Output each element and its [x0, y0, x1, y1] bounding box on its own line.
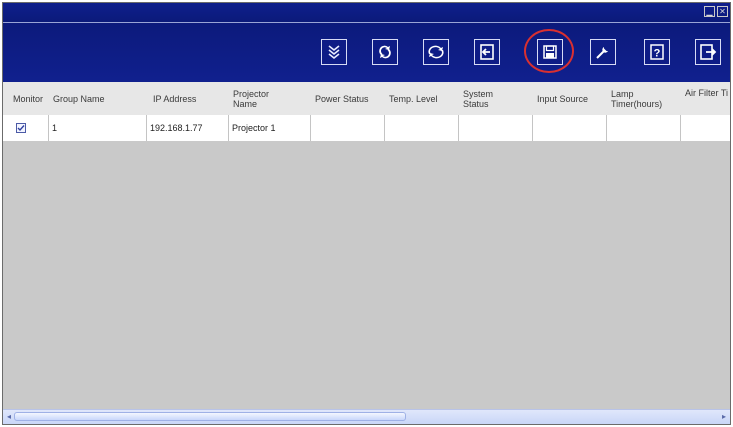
scrollbar-thumb[interactable]: [14, 412, 406, 421]
exit-icon: [700, 44, 717, 60]
column-header-lamp-timer[interactable]: Lamp Timer(hours): [607, 82, 681, 115]
collapse-icon: [328, 45, 340, 60]
settings-button[interactable]: [590, 39, 616, 65]
help-button[interactable]: ?: [644, 39, 670, 65]
horizontal-scrollbar[interactable]: ◂ ▸: [3, 409, 730, 424]
column-header-input-source[interactable]: Input Source: [533, 82, 607, 115]
row-power-status-cell[interactable]: [311, 115, 385, 141]
table-empty-area: [3, 141, 730, 411]
settings-icon: [596, 47, 608, 59]
row-group-name-cell[interactable]: 1: [49, 115, 147, 141]
save-button[interactable]: [537, 39, 563, 65]
column-header-projector-name[interactable]: Projector Name: [229, 82, 311, 115]
column-header-temp-level[interactable]: Temp. Level: [385, 82, 459, 115]
row-input-source-cell[interactable]: [533, 115, 607, 141]
exit-button[interactable]: [695, 39, 721, 65]
row-air-filter-cell[interactable]: [681, 115, 730, 141]
title-bar: ▁ ✕: [3, 3, 730, 23]
column-header-power-status[interactable]: Power Status: [311, 82, 385, 115]
refresh-button[interactable]: [372, 39, 398, 65]
check-icon: [17, 125, 25, 132]
save-icon: [543, 45, 557, 59]
scroll-left-icon[interactable]: ◂: [4, 411, 14, 422]
row-system-status-cell[interactable]: [459, 115, 533, 141]
row-projector-name-cell[interactable]: Projector 1: [229, 115, 311, 141]
refresh-all-icon: [428, 45, 444, 59]
row-lamp-timer-cell[interactable]: [607, 115, 681, 141]
monitor-checkbox[interactable]: [16, 123, 26, 133]
row-ip-address-cell[interactable]: 192.168.1.77: [147, 115, 229, 141]
column-header-group-name[interactable]: Group Name: [49, 82, 147, 115]
help-icon: ?: [650, 44, 664, 60]
import-icon: [480, 44, 494, 60]
close-icon[interactable]: ✕: [717, 6, 728, 17]
row-monitor-cell: [3, 115, 49, 141]
import-button[interactable]: [474, 39, 500, 65]
column-header-ip-address[interactable]: IP Address: [147, 82, 229, 115]
collapse-button[interactable]: [321, 39, 347, 65]
scroll-right-icon[interactable]: ▸: [719, 411, 729, 422]
app-window: ▁ ✕ ? Monitor Group Name IP Address Proj…: [2, 2, 731, 425]
column-header-system-status[interactable]: System Status: [459, 82, 533, 115]
refresh-icon: [379, 45, 391, 59]
minimize-icon[interactable]: ▁: [704, 6, 715, 17]
refresh-all-button[interactable]: [423, 39, 449, 65]
column-header-air-filter[interactable]: Air Filter Ti (hours): [681, 82, 730, 115]
row-temp-level-cell[interactable]: [385, 115, 459, 141]
svg-text:?: ?: [654, 48, 661, 60]
toolbar: ?: [3, 23, 730, 82]
column-header-monitor[interactable]: Monitor: [9, 82, 49, 115]
